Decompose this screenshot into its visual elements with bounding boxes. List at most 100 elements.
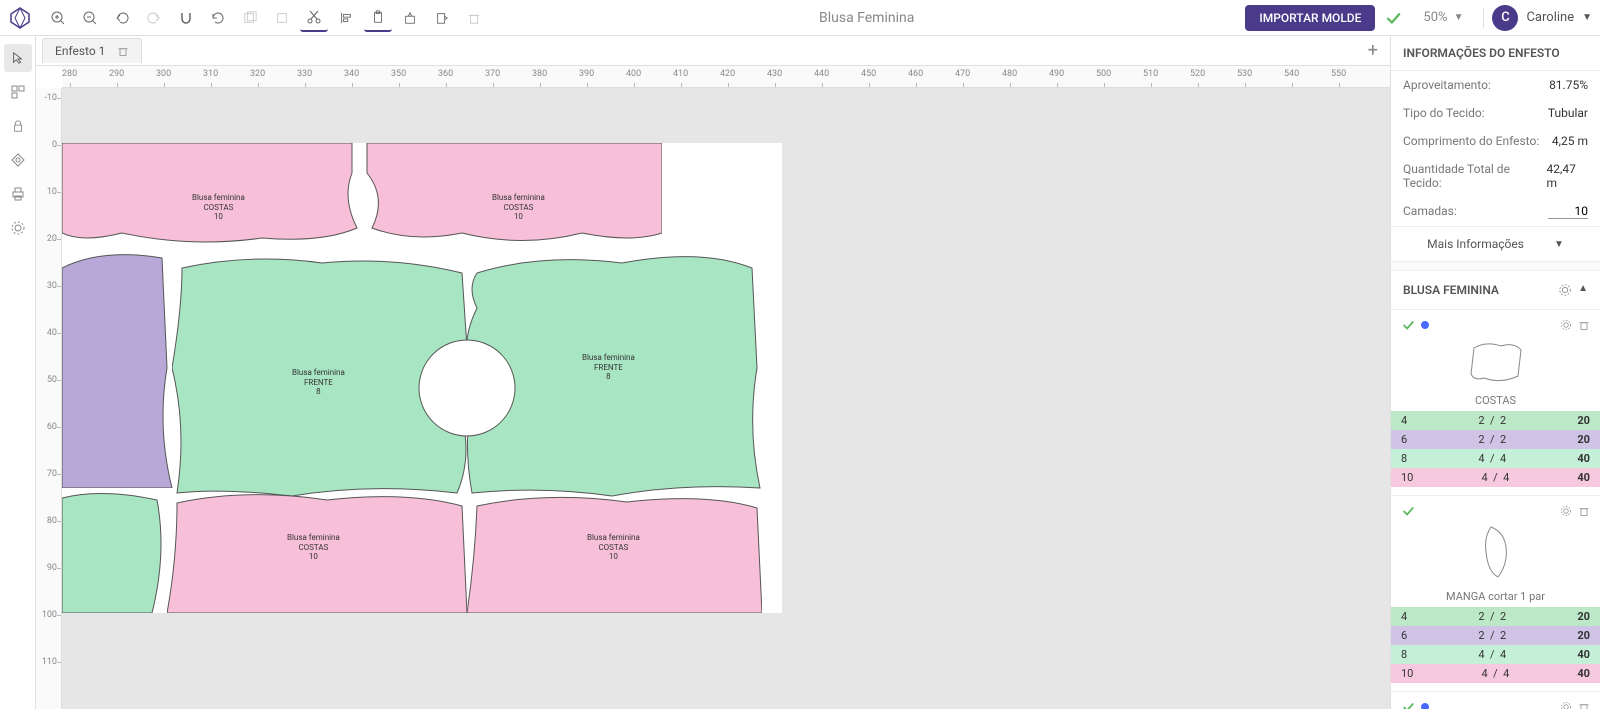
tab-close-trash-icon[interactable]	[117, 45, 129, 57]
align-icon[interactable]	[332, 4, 360, 32]
chevron-down-icon: ▼	[1554, 239, 1564, 250]
gear-icon[interactable]	[1560, 319, 1572, 331]
size-row[interactable]: 42 / 220	[1391, 411, 1600, 430]
tab-bar: Enfesto 1 +	[36, 36, 1390, 66]
settings-tool-icon[interactable]	[4, 214, 32, 242]
info-label: Aproveitamento:	[1403, 78, 1491, 92]
check-icon[interactable]	[1401, 700, 1415, 709]
info-panel-title: INFORMAÇÕES DO ENFESTO	[1391, 36, 1600, 71]
info-value: 4,25 m	[1552, 134, 1588, 148]
neckline	[417, 338, 517, 438]
more-info-toggle[interactable]: Mais Informações ▼	[1391, 226, 1600, 262]
export-icon[interactable]	[428, 4, 456, 32]
part-name: COSTAS	[1391, 390, 1600, 411]
add-tab-button[interactable]: +	[1368, 40, 1378, 61]
size-row[interactable]: 62 / 220	[1391, 626, 1600, 645]
trash-icon[interactable]	[460, 4, 488, 32]
status-dot	[1421, 321, 1429, 329]
piece-label: Blusa femininaFRENTE8	[582, 353, 635, 382]
molde-header: BLUSA FEMININA ▲	[1391, 270, 1600, 310]
chevron-down-icon: ▼	[1582, 12, 1592, 23]
piece-green-bottom[interactable]	[62, 488, 167, 613]
magnet-icon[interactable]	[172, 4, 200, 32]
zoom-dropdown[interactable]: 50% ▼	[1423, 10, 1463, 25]
part-card: COSTAS42 / 22062 / 22084 / 440104 / 440	[1391, 310, 1600, 496]
user-name: Caroline	[1526, 10, 1574, 25]
main: Enfesto 1 + 2802903003103203303403503603…	[0, 36, 1600, 709]
more-info-label: Mais Informações	[1427, 237, 1524, 251]
refresh-icon[interactable]	[204, 4, 232, 32]
gear-icon[interactable]	[1560, 505, 1572, 517]
canvas-area: Enfesto 1 + 2802903003103203303403503603…	[36, 36, 1390, 709]
sidebar: INFORMAÇÕES DO ENFESTO Aproveitamento: 81…	[1390, 36, 1600, 709]
info-row: Tipo do Tecido: Tubular	[1391, 99, 1600, 127]
check-icon[interactable]	[1401, 318, 1415, 332]
chevron-down-icon: ▼	[1454, 12, 1464, 23]
trash-icon[interactable]	[1578, 505, 1590, 517]
size-row[interactable]: 84 / 440	[1391, 645, 1600, 664]
info-row: Aproveitamento: 81.75%	[1391, 71, 1600, 99]
zoom-in-icon[interactable]	[44, 4, 72, 32]
trash-icon[interactable]	[1578, 319, 1590, 331]
left-toolbar	[0, 36, 36, 709]
ruler-horizontal: 2802903003103203303403503603703803904004…	[62, 66, 1390, 88]
box-icon[interactable]	[268, 4, 296, 32]
app-logo	[8, 6, 32, 30]
print-tool-icon[interactable]	[4, 180, 32, 208]
trash-icon[interactable]	[1578, 701, 1590, 709]
gear-icon[interactable]	[1558, 283, 1572, 297]
camadas-input[interactable]	[1548, 204, 1588, 219]
size-row[interactable]: 104 / 440	[1391, 468, 1600, 487]
piece-label: Blusa femininaCOSTAS10	[287, 533, 340, 562]
cut-icon[interactable]	[300, 4, 328, 32]
size-row[interactable]: 42 / 220	[1391, 607, 1600, 626]
info-value: 42,47 m	[1547, 162, 1588, 190]
piece-label: Blusa femininaCOSTAS10	[192, 193, 245, 222]
undo-icon[interactable]	[108, 4, 136, 32]
separator	[1483, 8, 1484, 28]
diamond-tool-icon[interactable]	[4, 146, 32, 174]
info-row: Quantidade Total de Tecido:42,47 m	[1391, 155, 1600, 197]
fabric-sheet: Blusa femininaCOSTAS10 Blusa femininaCOS…	[62, 143, 782, 613]
layers-icon[interactable]	[236, 4, 264, 32]
info-label: Camadas:	[1403, 204, 1457, 219]
tab-enfesto-1[interactable]: Enfesto 1	[42, 38, 142, 63]
piece-label: Blusa femininaFRENTE8	[292, 368, 345, 397]
zoom-value: 50%	[1423, 10, 1447, 25]
clipboard-icon[interactable]	[364, 4, 392, 32]
ruler-vertical: -100102030405060708090100110	[36, 88, 62, 709]
size-row[interactable]: 62 / 220	[1391, 430, 1600, 449]
nest-tool-icon[interactable]	[4, 78, 32, 106]
part-thumbnail	[1391, 518, 1600, 586]
check-icon[interactable]	[1401, 504, 1415, 518]
info-label: Comprimento do Enfesto:	[1403, 134, 1539, 148]
document-title: Blusa Feminina	[492, 10, 1241, 26]
info-row: Comprimento do Enfesto: 4,25 m	[1391, 127, 1600, 155]
import-molde-button[interactable]: IMPORTAR MOLDE	[1245, 5, 1375, 31]
redo-icon[interactable]	[140, 4, 168, 32]
info-value: 81.75%	[1549, 78, 1588, 92]
avatar: C	[1492, 5, 1518, 31]
chevron-up-icon[interactable]: ▲	[1578, 283, 1588, 297]
molde-title: BLUSA FEMININA	[1403, 283, 1499, 297]
piece-purple[interactable]	[62, 248, 177, 488]
select-tool-icon[interactable]	[4, 44, 32, 72]
size-row[interactable]: 104 / 440	[1391, 664, 1600, 683]
piece-label: Blusa femininaCOSTAS10	[587, 533, 640, 562]
share-icon[interactable]	[396, 4, 424, 32]
check-icon[interactable]	[1379, 4, 1407, 32]
user-menu[interactable]: C Caroline ▼	[1492, 5, 1592, 31]
canvas-wrap: -100102030405060708090100110 Blusa femin…	[36, 88, 1390, 709]
zoom-out-icon[interactable]	[76, 4, 104, 32]
part-card: MANGA cortar 1 par42 / 22062 / 22084 / 4…	[1391, 496, 1600, 692]
gear-icon[interactable]	[1560, 701, 1572, 709]
info-row-camadas: Camadas:	[1391, 197, 1600, 226]
size-row[interactable]: 84 / 440	[1391, 449, 1600, 468]
viewport[interactable]: Blusa femininaCOSTAS10 Blusa femininaCOS…	[62, 88, 1390, 709]
info-value: Tubular	[1548, 106, 1588, 120]
tab-label: Enfesto 1	[55, 44, 105, 58]
part-name: MANGA cortar 1 par	[1391, 586, 1600, 607]
info-label: Tipo do Tecido:	[1403, 106, 1485, 120]
topbar: Blusa Feminina IMPORTAR MOLDE 50% ▼ C Car…	[0, 0, 1600, 36]
lock-tool-icon[interactable]	[4, 112, 32, 140]
